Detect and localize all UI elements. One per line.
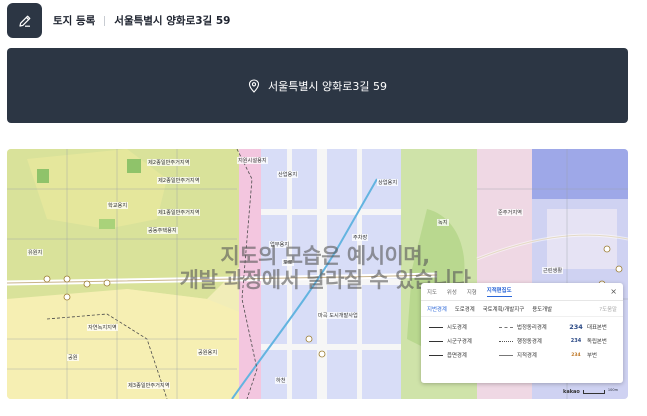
tab-cadastral[interactable]: 지적편집도 xyxy=(486,286,512,297)
cadastral-map[interactable]: 제2종일반주거지역 지원시설용지 산업용지 학교용지 공동주택용지 제2종일반주… xyxy=(7,149,628,399)
close-icon[interactable]: × xyxy=(610,287,617,296)
address-bar-text: 서울특별시 양화로3길 59 xyxy=(267,79,388,93)
header-divider xyxy=(104,15,106,26)
location-pin-icon xyxy=(248,78,260,93)
map-label: 녹지 xyxy=(437,219,449,226)
map-scale-bar: 100m xyxy=(583,388,618,394)
subtab-lot-boundary[interactable]: 지번경계 xyxy=(427,305,447,313)
thick-line-swatch xyxy=(429,340,443,342)
help-link[interactable]: ?도움말 xyxy=(599,305,617,313)
map-label: 산업용지 xyxy=(277,171,299,178)
page-title: 토지 등록 xyxy=(53,15,96,27)
page-header: 토지 등록 서울특별시 양화로3길 59 xyxy=(7,3,230,38)
map-label: 제2종일반주거지역 xyxy=(157,177,201,184)
map-label: 지원시설용지 xyxy=(237,157,268,164)
map-label: 공동주택용지 xyxy=(147,227,178,234)
legend-item: 법정동리경계 xyxy=(499,323,569,331)
legend-item: 234 대표본번 xyxy=(569,323,607,331)
tab-map[interactable]: 지도 xyxy=(427,288,437,296)
tab-satellite[interactable]: 위성 xyxy=(447,288,457,296)
dash-line-swatch xyxy=(499,326,513,328)
map-label: 상업용지 xyxy=(377,179,399,186)
map-label: 제2종일반주거지역 xyxy=(147,159,191,166)
dot-line-swatch xyxy=(499,340,513,342)
map-type-tabs: 지도 위성 지형 지적편집도 × xyxy=(421,283,623,301)
map-label: 제3종일반주거지역 xyxy=(127,382,171,389)
map-label: 제1종일반주거지역 xyxy=(157,209,201,216)
pencil-icon xyxy=(18,15,30,27)
legend-item: 시도경계 xyxy=(429,323,499,331)
map-label: 자연녹지지역 xyxy=(87,324,118,331)
map-label: 공원용지 xyxy=(197,349,219,356)
edit-button[interactable] xyxy=(7,3,42,38)
legend-subtabs: 지번경계 도로경계 국토계획/개발지구 용도개발 ?도움말 xyxy=(421,301,623,317)
legend-item: 지적경계 xyxy=(499,351,569,359)
map-label: 마곡 도시개발사업 xyxy=(317,312,359,319)
subtab-road-boundary[interactable]: 도로경계 xyxy=(455,305,475,313)
address-bar[interactable]: 서울특별시 양화로3길 59 xyxy=(7,48,628,123)
map-label: 유원지 xyxy=(27,249,44,256)
legend-item: 읍면경계 xyxy=(429,351,499,359)
map-label: 학교용지 xyxy=(107,202,129,209)
legend-item: 234 부번 xyxy=(571,352,597,360)
map-label: 하천 xyxy=(275,377,287,384)
example-notice-line1: 지도의 모습은 예시이며, xyxy=(220,244,430,268)
thick-line-swatch xyxy=(429,354,443,356)
legend-item: 시군구경계 xyxy=(429,337,499,345)
subtab-use-development[interactable]: 용도개발 xyxy=(532,305,552,313)
map-label: 근린생활 xyxy=(542,267,564,274)
thick-line-swatch xyxy=(429,326,443,328)
map-label: 준주거지역 xyxy=(497,209,523,216)
legend-item: 234 독립본번 xyxy=(570,338,607,345)
thin-line-swatch xyxy=(499,354,513,356)
subtab-land-plan[interactable]: 국토계획/개발지구 xyxy=(483,305,525,313)
header-address: 서울특별시 양화로3길 59 xyxy=(114,15,231,27)
map-label: 공원 xyxy=(67,354,79,361)
map-attribution: kakao xyxy=(563,389,580,395)
legend-items: 시도경계 법정동리경계 234 대표본번 시군구경계 행정동경계 234 독립본번 … xyxy=(421,317,623,359)
map-legend-panel: 지도 위성 지형 지적편집도 × 지번경계 도로경계 국토계획/개발지구 용도개… xyxy=(421,283,623,383)
legend-item: 행정동경계 xyxy=(499,337,569,345)
map-label: 주차장 xyxy=(352,234,369,241)
tab-terrain[interactable]: 지형 xyxy=(467,288,477,296)
